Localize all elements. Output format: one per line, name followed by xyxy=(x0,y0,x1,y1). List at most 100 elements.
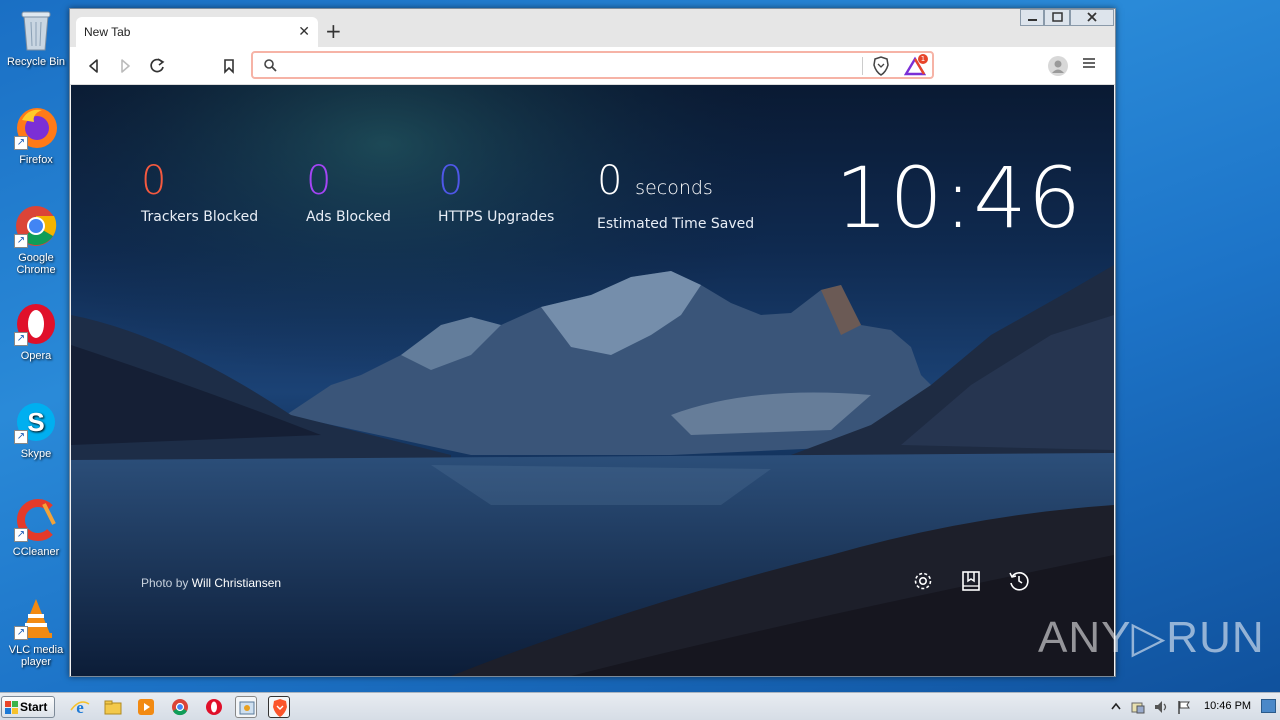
address-bar[interactable]: 1 xyxy=(251,51,934,79)
internet-explorer-icon: e xyxy=(70,698,90,717)
credit-author: Will Christiansen xyxy=(191,576,282,590)
media-player-icon xyxy=(138,699,154,715)
maximize-button[interactable] xyxy=(1044,9,1070,26)
desktop-icon-label: Firefox xyxy=(19,154,53,166)
start-button[interactable]: Start xyxy=(1,696,55,718)
forward-button[interactable] xyxy=(115,56,135,76)
desktop-icon-label: Recycle Bin xyxy=(6,56,66,68)
ntp-clock: 10:46 xyxy=(835,149,1083,247)
minimize-button[interactable] xyxy=(1020,9,1044,26)
title-bar: New Tab ✕ + xyxy=(70,9,1115,47)
desktop-icon-label: Opera xyxy=(20,350,52,362)
desktop-icon-label: VLC media player xyxy=(8,644,64,668)
start-label: Start xyxy=(20,700,48,714)
search-icon xyxy=(264,59,277,72)
bookmark-icon xyxy=(224,59,234,74)
stat-value: 0 xyxy=(306,158,332,204)
recycle-bin-icon xyxy=(14,8,58,52)
svg-text:e: e xyxy=(76,698,84,717)
desktop-icon-vlc[interactable]: ↗ VLC media player xyxy=(4,596,68,668)
new-tab-page: 0 Trackers Blocked 0 Ads Blocked 0 HTTPS… xyxy=(71,85,1114,676)
separator xyxy=(862,57,863,75)
back-button[interactable] xyxy=(84,56,104,76)
taskbar-media-player[interactable] xyxy=(135,696,157,718)
stat-time-saved: 0 seconds Estimated Time Saved xyxy=(597,159,754,232)
settings-button[interactable] xyxy=(911,569,935,593)
brave-rewards-button[interactable]: 1 xyxy=(903,54,928,76)
browser-window: New Tab ✕ + 1 0 Trackers Blocked 0 Ads B… xyxy=(69,8,1116,677)
stat-label: Ads Blocked xyxy=(306,209,391,225)
reload-button[interactable] xyxy=(147,56,167,76)
desktop-icon-label: Google Chrome xyxy=(16,252,56,276)
close-window-button[interactable] xyxy=(1070,9,1114,26)
vlc-icon: ↗ xyxy=(14,596,58,640)
taskbar-app-window[interactable] xyxy=(235,696,257,718)
new-tab-button[interactable]: + xyxy=(325,19,342,43)
taskbar-opera[interactable] xyxy=(203,696,225,718)
opera-icon: ↗ xyxy=(14,302,58,346)
ccleaner-icon: ↗ xyxy=(14,498,58,542)
network-flag-icon[interactable] xyxy=(1176,699,1192,715)
desktop-icon-chrome[interactable]: ↗ Google Chrome xyxy=(4,204,68,276)
anyrun-watermark: ANY▷RUN xyxy=(1038,613,1265,662)
desktop-icon-label: Skype xyxy=(20,448,52,460)
stat-trackers-blocked: 0 Trackers Blocked xyxy=(141,159,258,225)
history-icon xyxy=(1009,572,1029,591)
application-icon xyxy=(239,701,255,715)
brave-lion-icon xyxy=(873,56,889,76)
taskbar-clock[interactable]: 10:46 PM xyxy=(1204,700,1251,712)
profile-avatar[interactable] xyxy=(1048,56,1068,76)
volume-icon[interactable] xyxy=(1153,699,1169,715)
reload-icon xyxy=(150,58,165,73)
time-saved-unit: seconds xyxy=(635,177,713,199)
rewards-badge: 1 xyxy=(918,54,928,64)
brave-icon xyxy=(273,699,287,717)
tab-title: New Tab xyxy=(84,25,131,39)
stat-label: Trackers Blocked xyxy=(141,209,259,225)
desktop-icon-ccleaner[interactable]: ↗ CCleaner xyxy=(4,498,68,558)
show-hidden-icons-arrow[interactable] xyxy=(1110,700,1122,714)
taskbar-explorer[interactable] xyxy=(102,696,124,718)
desktop-icon-opera[interactable]: ↗ Opera xyxy=(4,302,68,362)
menu-button[interactable] xyxy=(1082,55,1096,75)
time-saved-value: 0 xyxy=(597,158,623,204)
stat-value: 0 xyxy=(141,158,167,204)
address-input[interactable] xyxy=(283,55,853,75)
bookmarks-icon xyxy=(962,571,980,591)
history-button[interactable] xyxy=(1007,569,1031,593)
desktop-icon-recycle-bin[interactable]: Recycle Bin xyxy=(4,8,68,68)
taskbar: Start e 10:46 PM xyxy=(0,692,1280,720)
photo-credit[interactable]: Photo by Will Christiansen xyxy=(141,576,281,590)
brave-shields-button[interactable] xyxy=(872,56,890,76)
back-arrow-icon xyxy=(89,59,98,73)
tab-close-button[interactable]: ✕ xyxy=(298,23,310,40)
gear-icon xyxy=(914,572,932,590)
show-desktop-button[interactable] xyxy=(1261,699,1276,713)
toolbar: 1 xyxy=(70,47,1115,85)
desktop-icon-firefox[interactable]: ↗ Firefox xyxy=(4,106,68,166)
credit-prefix: Photo by xyxy=(141,576,189,590)
forward-arrow-icon xyxy=(121,59,130,73)
taskbar-chrome[interactable] xyxy=(169,696,191,718)
chrome-icon xyxy=(172,699,188,716)
stat-ads-blocked: 0 Ads Blocked xyxy=(306,159,391,225)
folder-icon xyxy=(104,700,122,715)
bookmarks-button[interactable] xyxy=(959,569,983,593)
stat-label: Estimated Time Saved xyxy=(597,216,755,232)
skype-icon: S ↗ xyxy=(14,400,58,444)
taskbar-ie[interactable]: e xyxy=(69,696,91,718)
windows-flag-icon xyxy=(5,701,18,714)
desktop-icon-label: CCleaner xyxy=(12,546,60,558)
taskbar-brave[interactable] xyxy=(268,696,290,718)
bookmark-button[interactable] xyxy=(219,56,239,76)
hamburger-icon xyxy=(1083,58,1095,68)
chrome-icon: ↗ xyxy=(14,204,58,248)
stat-value: 0 xyxy=(438,158,464,204)
desktop-icon-skype[interactable]: S ↗ Skype xyxy=(4,400,68,460)
firefox-icon: ↗ xyxy=(14,106,58,150)
stat-value: 0 seconds xyxy=(597,159,754,210)
tab-new-tab[interactable]: New Tab ✕ xyxy=(76,17,318,47)
action-center-icon[interactable] xyxy=(1130,699,1146,715)
opera-icon xyxy=(206,699,222,715)
svg-text:S: S xyxy=(27,407,44,437)
